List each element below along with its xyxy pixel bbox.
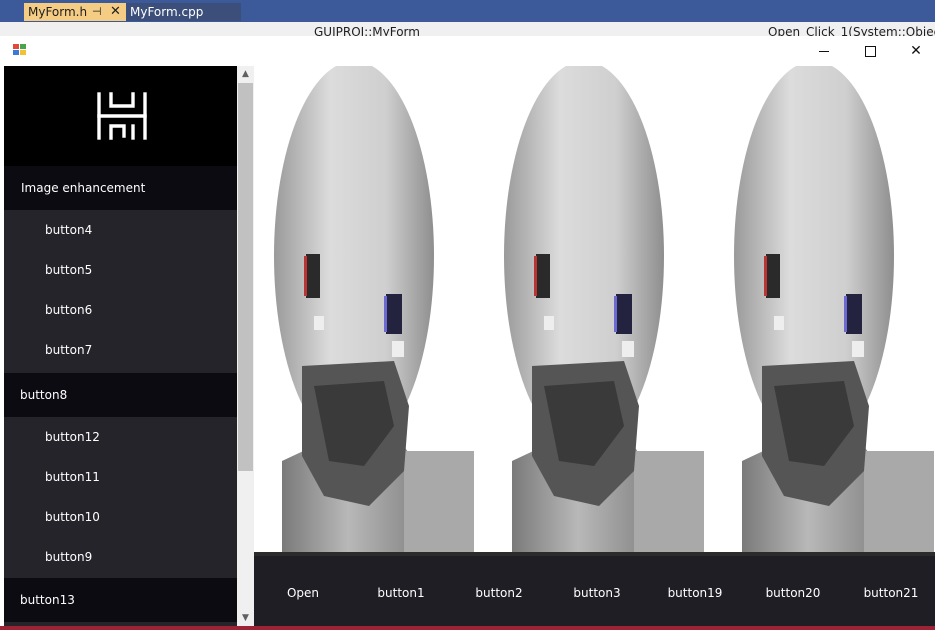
button2[interactable]: button2 [450, 573, 548, 613]
button21[interactable]: button21 [842, 573, 935, 613]
submenu-item[interactable]: button9 [4, 537, 237, 577]
enhanced-image [254, 66, 935, 556]
form-window: ✕ Image enhancement button4 button5 butt… [4, 36, 935, 626]
submenu-item[interactable]: button11 [4, 457, 237, 497]
scroll-thumb[interactable] [238, 83, 253, 471]
submenu-item[interactable]: button10 [4, 497, 237, 537]
minimize-icon [819, 50, 829, 52]
button19[interactable]: button19 [646, 573, 744, 613]
submenu-item[interactable]: button4 [4, 210, 237, 250]
ide-tab-label: MyForm.cpp [130, 5, 204, 19]
close-button[interactable]: ✕ [893, 36, 935, 66]
ide-tab-strip: MyForm.h ⊣ ✕ MyForm.cpp [0, 0, 935, 22]
maximize-icon [864, 45, 876, 57]
close-tab-icon[interactable]: ✕ [110, 3, 121, 21]
button3[interactable]: button3 [548, 573, 646, 613]
submenu-item[interactable]: button12 [4, 417, 237, 457]
menu-header-image-enhancement[interactable]: Image enhancement [4, 166, 237, 210]
ide-tab-myform-cpp[interactable]: MyForm.cpp [126, 3, 241, 21]
ide-navigation-bar: GUIPROJ::MyForm Open_Click_1(System::Obj… [0, 22, 935, 39]
sidebar-scrollbar[interactable]: ▲ ▼ [237, 66, 254, 626]
toolbar: Open button1 button2 button3 button19 bu… [254, 556, 935, 626]
open-button[interactable]: Open [254, 573, 352, 613]
submenu-item[interactable]: button5 [4, 250, 237, 290]
pin-icon[interactable]: ⊣ [92, 3, 102, 21]
ide-tab-myform-h[interactable]: MyForm.h ⊣ ✕ [24, 3, 126, 21]
close-icon: ✕ [910, 43, 922, 59]
scroll-up-icon[interactable]: ▲ [237, 66, 254, 82]
logo-panel [4, 66, 237, 166]
button20[interactable]: button20 [744, 573, 842, 613]
button1[interactable]: button1 [352, 573, 450, 613]
ide-tab-label: MyForm.h [28, 5, 88, 19]
side-menu: Image enhancement button4 button5 button… [4, 66, 237, 626]
title-bar[interactable]: ✕ [4, 36, 935, 66]
logo-icon [97, 92, 147, 140]
maximize-button[interactable] [847, 36, 893, 66]
menu-header-button8[interactable]: button8 [4, 373, 237, 417]
minimize-button[interactable] [801, 36, 847, 66]
menu-header-button13[interactable]: button13 [4, 578, 237, 622]
scroll-down-icon[interactable]: ▼ [237, 610, 254, 626]
app-icon [13, 44, 27, 56]
submenu-item[interactable]: button6 [4, 290, 237, 330]
image-preview [254, 66, 935, 556]
submenu-item[interactable]: button7 [4, 330, 237, 370]
ide-status-edge [0, 626, 935, 630]
